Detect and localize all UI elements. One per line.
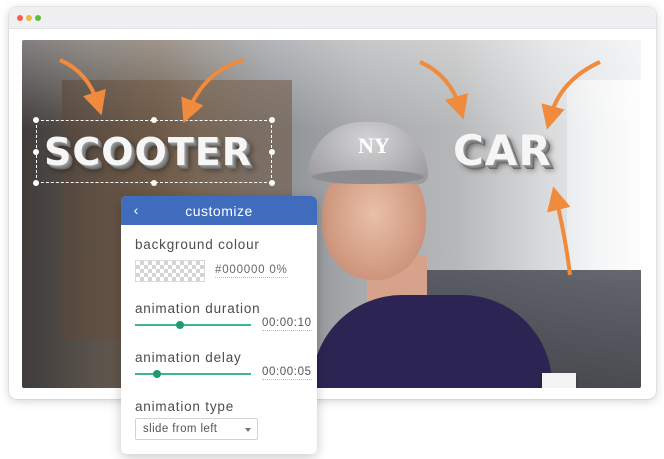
colour-hex-field[interactable]: #000000 0%: [215, 264, 288, 278]
delay-slider-thumb[interactable]: [153, 370, 162, 378]
animation-type-label: animation type: [135, 399, 235, 414]
annotation-arrows: [59, 58, 601, 276]
chevron-down-icon: [245, 428, 251, 432]
animation-duration-label: animation duration: [135, 301, 261, 316]
duration-value-field[interactable]: 00:00:10: [262, 317, 312, 331]
colour-hex-value: #000000: [215, 264, 266, 276]
animation-delay-label: animation delay: [135, 350, 242, 365]
colour-swatch[interactable]: [135, 260, 205, 282]
animation-type-value: slide from left: [143, 423, 218, 435]
panel-header: ‹ customize: [121, 196, 317, 225]
arrow-icon: [181, 58, 245, 124]
duration-slider-track[interactable]: [135, 321, 251, 329]
background-colour-label: background colour: [135, 237, 260, 252]
delay-value-field[interactable]: 00:00:05: [262, 366, 312, 380]
arrow-icon: [59, 58, 106, 116]
delay-slider-track[interactable]: [135, 370, 251, 378]
duration-slider-thumb[interactable]: [176, 321, 185, 329]
customize-panel: ‹ customize background colour #000000 0%…: [121, 196, 317, 454]
arrow-icon: [547, 186, 572, 276]
arrow-icon: [419, 60, 468, 120]
arrow-icon: [541, 60, 601, 130]
panel-title: customize: [185, 203, 253, 219]
animation-type-select[interactable]: slide from left: [135, 418, 258, 440]
colour-opacity-value: 0%: [269, 264, 288, 276]
